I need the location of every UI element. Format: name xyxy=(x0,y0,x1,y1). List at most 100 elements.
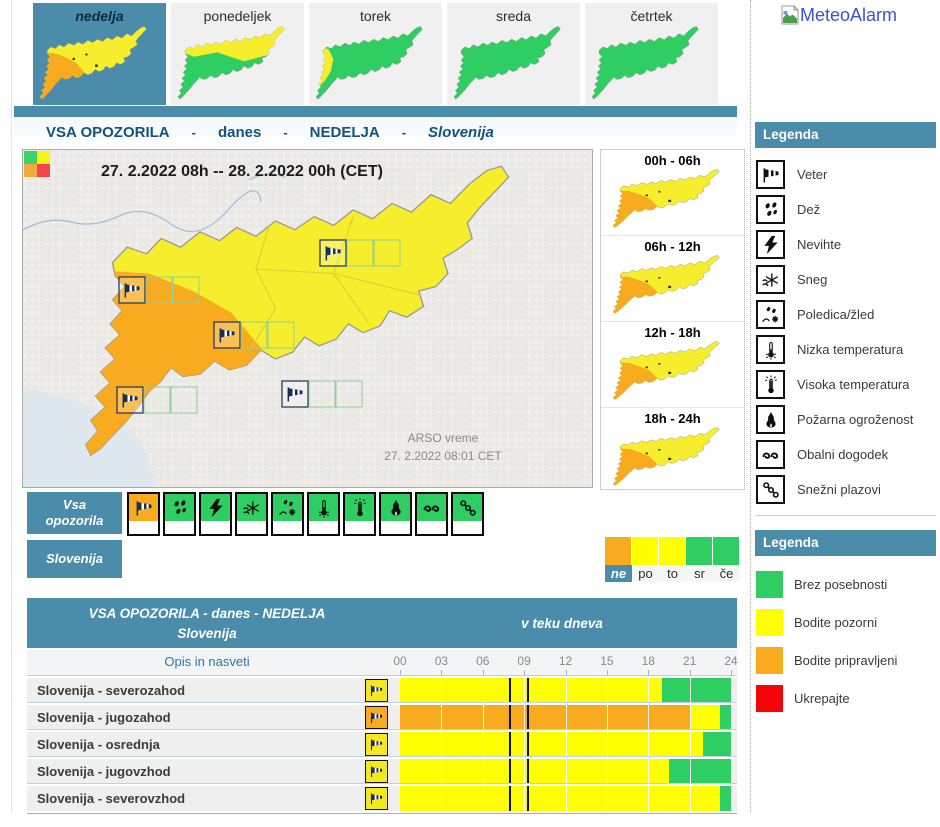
legend-item-high-temperature: Visoka temperatura xyxy=(755,367,936,402)
timeline-gridline xyxy=(441,786,442,811)
warning-cell-fire[interactable] xyxy=(379,492,412,536)
wind-icon xyxy=(369,710,384,725)
warning-cell-snow[interactable] xyxy=(235,492,268,536)
coastal-icon xyxy=(761,445,781,465)
legend-item-avalanche: Snežni plazovi xyxy=(755,472,936,507)
legend-item-label: Poledica/žled xyxy=(797,307,874,322)
slovenia-mini-map xyxy=(611,427,735,489)
main-warning-map: 27. 2.2022 08h -- 28. 2.2022 00h (CET) A… xyxy=(22,149,593,488)
current-time-marker xyxy=(527,705,529,730)
storm-icon xyxy=(206,498,226,518)
day-square-sr[interactable]: sr xyxy=(686,537,713,582)
table-row: Slovenija - jugovzhod xyxy=(27,757,737,784)
current-time-marker xyxy=(509,759,511,784)
level-color-swatch xyxy=(756,571,783,598)
legend-levels-header: Legenda xyxy=(755,530,936,556)
warning-type-cells xyxy=(127,492,484,536)
tab-torek[interactable]: torek xyxy=(309,3,442,105)
legend-item-label: Veter xyxy=(797,167,827,182)
hour-label: 24 xyxy=(721,654,741,668)
legend-item-wind: Veter xyxy=(755,157,936,192)
severity-corner-legend xyxy=(24,151,50,177)
current-time-marker xyxy=(527,732,529,757)
legend-types-list: Veter Dež Nevihte Sneg Poledica/žled Niz… xyxy=(755,148,936,507)
warning-cell-wind[interactable] xyxy=(127,492,160,536)
legend-item-label: Obalni dogodek xyxy=(797,447,888,462)
legend-item-label: Visoka temperatura xyxy=(797,377,910,392)
legend-item-ice: Poledica/žled xyxy=(755,297,936,332)
row-warning-icon xyxy=(365,706,388,729)
day-square-ce[interactable]: če xyxy=(713,537,740,582)
warning-cell-rain[interactable] xyxy=(163,492,196,536)
sidebar-separator-line xyxy=(750,0,751,812)
legend-item-label: Dež xyxy=(797,202,820,217)
wind-icon xyxy=(761,165,781,185)
tab-sreda[interactable]: sreda xyxy=(447,3,580,105)
all-warnings-label-line1: Vsa xyxy=(63,497,86,513)
current-time-marker xyxy=(527,678,529,703)
legend-item-label: Snežni plazovi xyxy=(797,482,881,497)
tab-nedelja[interactable]: nedelja xyxy=(33,3,166,105)
warning-cell-low-temperature[interactable] xyxy=(307,492,340,536)
time-map-block: 18h - 24h xyxy=(601,408,744,493)
row-warning-icon xyxy=(365,733,388,756)
slovenia-mini-map xyxy=(176,25,300,105)
warning-timeline xyxy=(400,786,731,811)
row-warning-icon xyxy=(365,679,388,702)
map-corner-cell xyxy=(37,151,50,164)
timeline-gridline xyxy=(524,678,525,703)
legend-item-coastal: Obalni dogodek xyxy=(755,437,936,472)
cell-strip xyxy=(417,521,446,534)
tab-cetrtek[interactable]: četrtek xyxy=(585,3,718,105)
low-temperature-icon xyxy=(314,498,334,518)
table-period-title: v teku dneva xyxy=(407,616,717,631)
header-strip xyxy=(14,106,737,117)
warning-cell-avalanche[interactable] xyxy=(451,492,484,536)
legend-item-fire: Požarna ogroženost xyxy=(755,402,936,437)
tab-label: četrtek xyxy=(630,8,672,24)
timeline-gridline xyxy=(483,732,484,757)
timeline-gridline xyxy=(690,786,691,811)
fire-icon xyxy=(386,498,406,518)
map-issued-time: 27. 2.2022 08:01 CET xyxy=(384,449,502,463)
cell-strip xyxy=(309,521,338,534)
hour-label: 03 xyxy=(431,654,451,668)
day-square-po[interactable]: po xyxy=(632,537,659,582)
timeline-gridline xyxy=(607,705,608,730)
meteoalarm-page: nedelja ponedeljek torek xyxy=(0,0,940,827)
time-map-block: 06h - 12h xyxy=(601,236,744,322)
legend-levels-list: Brez posebnosti Bodite pozorni Bodite pr… xyxy=(755,556,936,717)
current-time-marker xyxy=(509,705,511,730)
timeline-gridline xyxy=(524,786,525,811)
timeline-gridline xyxy=(483,678,484,703)
timeline-gridline xyxy=(483,759,484,784)
all-warnings-label-line2: opozorila xyxy=(46,513,104,529)
warning-cell-high-temperature[interactable] xyxy=(343,492,376,536)
warning-cell-ice[interactable] xyxy=(271,492,304,536)
slovenia-mini-map xyxy=(38,25,162,105)
timeline-segment xyxy=(400,786,720,811)
map-corner-cell xyxy=(24,151,37,164)
region-name: Slovenija - severozahod xyxy=(37,683,185,698)
tab-ponedeljek[interactable]: ponedeljek xyxy=(171,3,304,105)
legend-level-green: Brez posebnosti xyxy=(755,565,936,603)
day-square-to[interactable]: to xyxy=(659,537,686,582)
hour-label: 15 xyxy=(597,654,617,668)
warning-cell-storm[interactable] xyxy=(199,492,232,536)
region-name: Slovenija - jugozahod xyxy=(37,710,171,725)
wind-icon xyxy=(369,737,384,752)
page-title-bar: VSA OPOZORILA - danes - NEDELJA - Sloven… xyxy=(14,117,737,148)
meteoalarm-logo[interactable]: MeteoAlarm xyxy=(781,5,897,25)
table-bottom-border xyxy=(27,811,737,814)
table-row: Slovenija - severozahod xyxy=(27,676,737,703)
legend-item-low-temperature: Nizka temperatura xyxy=(755,332,936,367)
timeline-segment xyxy=(720,786,731,811)
warning-cell-coastal[interactable] xyxy=(415,492,448,536)
snow-icon xyxy=(761,270,781,290)
time-range-label: 06h - 12h xyxy=(601,236,744,254)
tab-label: torek xyxy=(360,8,391,24)
timeline-gridline xyxy=(566,786,567,811)
level-color-swatch xyxy=(756,609,783,636)
table-row: Slovenija - osrednja xyxy=(27,730,737,757)
day-square-ne[interactable]: ne xyxy=(605,537,632,582)
